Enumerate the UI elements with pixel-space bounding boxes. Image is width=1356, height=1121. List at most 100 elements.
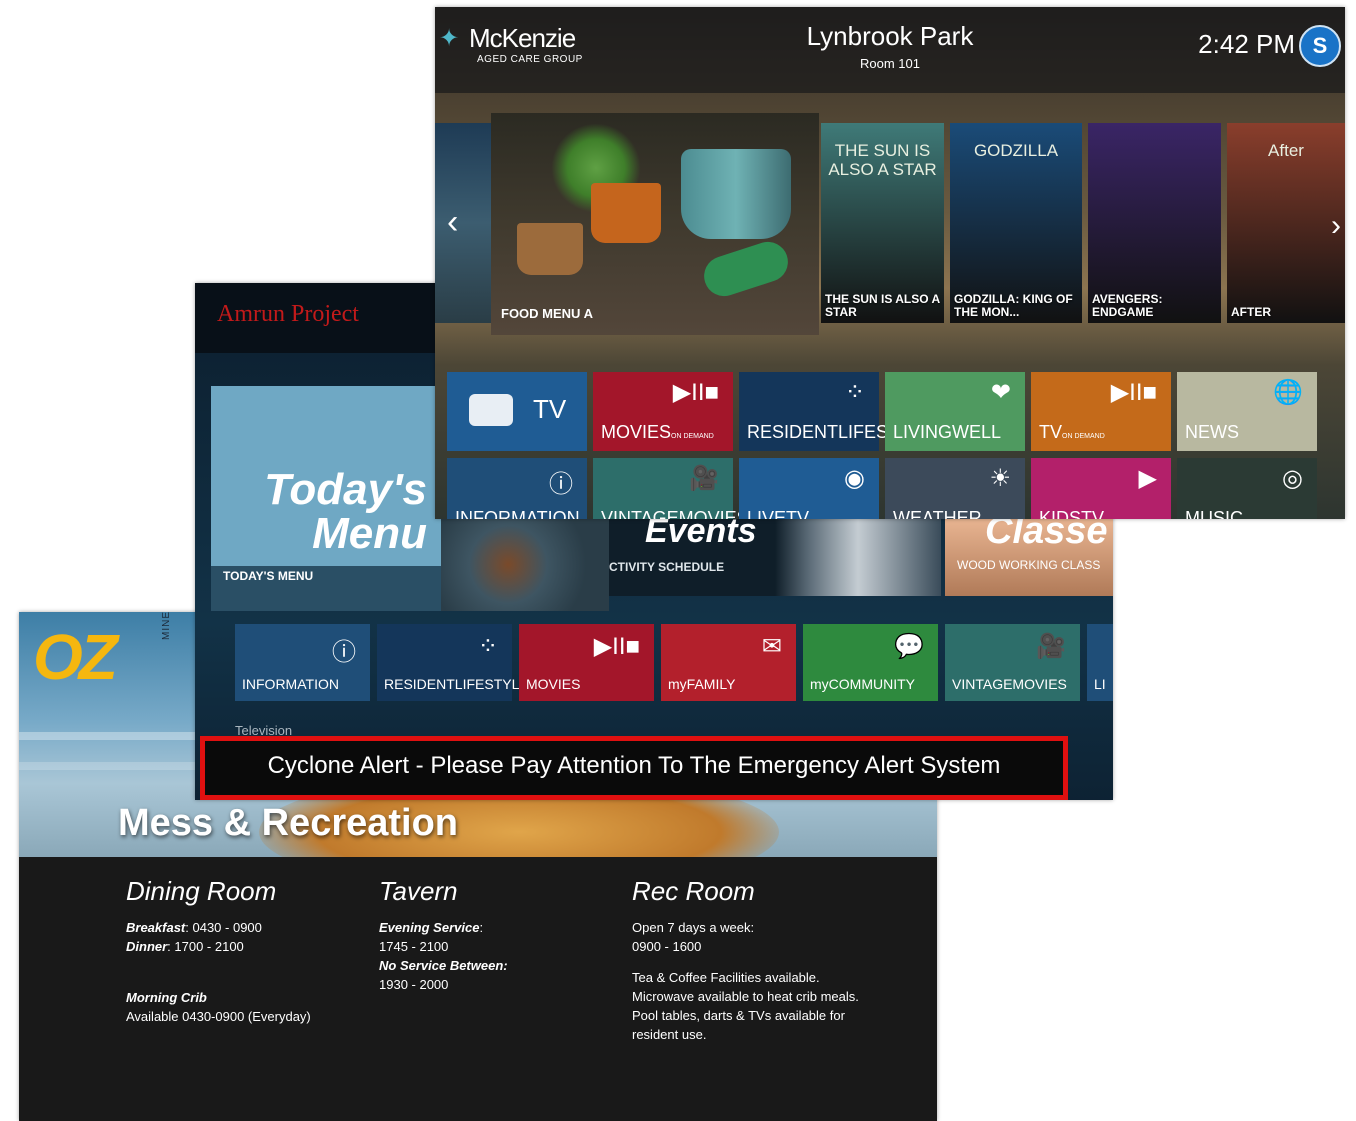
- amrun-tile[interactable]: 🎥 VINTAGEMOVIES: [945, 624, 1080, 701]
- amrun-tile[interactable]: ✉ myFAMILY: [661, 624, 796, 701]
- mck-tile[interactable]: ▶II■ MOVIESON DEMAND: [593, 372, 733, 451]
- oz-crib-time: Available 0430-0900 (Everyday): [126, 1009, 311, 1024]
- mck-tile-label-text: LIVINGWELL: [893, 422, 1002, 442]
- amrun-menu-title-line1: Today's: [264, 465, 427, 514]
- oz-dinner-label: Dinner: [126, 939, 168, 954]
- oz-rec-column: Rec Room Open 7 days a week: 0900 - 1600…: [632, 876, 859, 1044]
- amrun-tile[interactable]: ⁘ RESIDENTLIFESTYLE: [377, 624, 529, 701]
- oz-tavern-service-colon: :: [479, 920, 484, 935]
- mck-poster-art: GODZILLA: [973, 141, 1059, 160]
- mck-tile-label-text: VINTAGEMOVIES: [601, 508, 749, 519]
- mck-tile-label: NEWS: [1185, 422, 1239, 443]
- mck-tile-icon: ☀: [989, 465, 1011, 492]
- amrun-menu-title: Today's Menu: [264, 468, 427, 556]
- oz-rec-line: Pool tables, darts & TVs available for: [632, 1008, 845, 1023]
- amrun-tile-label: myCOMMUNITY: [810, 676, 915, 692]
- mck-tile[interactable]: ◎ MUSIC: [1177, 458, 1317, 519]
- amrun-tile-label: MOVIES: [526, 676, 581, 692]
- mck-tile-icon: 🌐: [1273, 379, 1303, 406]
- oz-dinner-time: : 1700 - 2100: [167, 939, 244, 954]
- mck-poster-label: GODZILLA: KING OF THE MON...: [954, 292, 1073, 319]
- oz-tavern-service-label: Evening Service: [379, 920, 480, 935]
- oz-tavern-service-time: 1745 - 2100: [379, 939, 449, 954]
- cyclone-alert-banner: Cyclone Alert - Please Pay Attention To …: [200, 736, 1068, 800]
- mck-tile-icon: ◎: [1282, 465, 1303, 492]
- oz-tavern-column: Tavern Evening Service: 1745 - 2100 No S…: [379, 876, 508, 994]
- amrun-tile-label: VINTAGEMOVIES: [952, 676, 1067, 692]
- mck-food-menu-card[interactable]: FOOD MENU A: [491, 113, 819, 335]
- oz-logo-sub: MINERALS: [161, 612, 172, 640]
- mck-tile-sublabel: ON DEMAND: [671, 433, 714, 440]
- mck-tile[interactable]: ▶ KIDSTV: [1031, 458, 1171, 519]
- mck-tile-label-text: INFORMATION: [455, 508, 580, 519]
- mck-poster-label: AVENGERS: ENDGAME: [1092, 292, 1163, 319]
- chevron-left-icon[interactable]: ‹: [447, 203, 458, 242]
- mck-movie-poster[interactable]: THE SUN IS ALSO A STAR THE SUN IS ALSO A …: [821, 123, 944, 323]
- mck-clock: 2:42 PM: [1198, 29, 1295, 59]
- mck-tile[interactable]: ▶II■ TVON DEMAND: [1031, 372, 1171, 451]
- amrun-menu-caption: TODAY'S MENU: [223, 569, 314, 583]
- oz-tavern-no-service-label: No Service Between:: [379, 958, 508, 973]
- mck-tile-label-text: LIVETV: [747, 508, 810, 519]
- plant-pot: [591, 183, 661, 243]
- mck-tile-icon: ⁘: [844, 379, 865, 406]
- tv-icon: [469, 394, 513, 426]
- oz-dining-column: Dining Room Breakfast: 0430 - 0900 Dinne…: [126, 876, 311, 1026]
- mck-tile[interactable]: TV: [447, 372, 587, 451]
- mck-tile-icon: ◉: [844, 465, 865, 492]
- amrun-tile[interactable]: ▶II■ MOVIES: [519, 624, 654, 701]
- oz-dining-title: Dining Room: [126, 876, 277, 906]
- mck-tile-label: WEATHER: [893, 508, 982, 519]
- chevron-right-icon[interactable]: ›: [1331, 209, 1341, 243]
- plant-pot: [517, 223, 583, 275]
- oz-breakfast-time: : 0430 - 0900: [185, 920, 262, 935]
- amrun-events-card[interactable]: Events CTIVITY SCHEDULE: [609, 512, 941, 596]
- mck-poster-label: AFTER: [1231, 305, 1271, 319]
- oz-logo-text: OZ: [33, 621, 118, 693]
- oz-crib-label: Morning Crib: [126, 990, 207, 1005]
- amrun-tile-label: RESIDENTLIFESTYLE: [384, 676, 529, 692]
- mck-tile[interactable]: ☀ WEATHER: [885, 458, 1025, 519]
- mck-header: ✦ McKenzie AGED CARE GROUP Lynbrook Park…: [435, 7, 1345, 93]
- mck-movie-poster[interactable]: After AFTER: [1227, 123, 1345, 323]
- amrun-project-title: Amrun Project: [217, 301, 359, 327]
- amrun-food-image[interactable]: [441, 518, 609, 611]
- amrun-tile[interactable]: 💬 myCOMMUNITY: [803, 624, 938, 701]
- amrun-tile-icon: ⁘: [477, 633, 498, 660]
- mck-tile-label-text: MOVIES: [601, 422, 672, 442]
- mck-tile-label: LIVINGWELL: [893, 422, 1001, 443]
- mck-tile-icon: ▶: [1138, 465, 1157, 492]
- mck-tile-icon: 🎥: [689, 465, 719, 492]
- oz-breakfast-label: Breakfast: [126, 920, 186, 935]
- amrun-tile[interactable]: LI: [1087, 624, 1113, 701]
- mck-movie-poster[interactable]: AVENGERS: ENDGAME: [1088, 123, 1221, 323]
- mck-tile[interactable]: ❤ LIVINGWELL: [885, 372, 1025, 451]
- amrun-todays-menu-card[interactable]: Today's Menu TODAY'S MENU: [211, 386, 441, 611]
- amrun-classes-card[interactable]: Classe WOOD WORKING CLASS: [945, 510, 1113, 596]
- mck-tile-label-text: WEATHER: [893, 508, 982, 519]
- mck-tile-label-text: TV: [1039, 422, 1063, 442]
- amrun-events-caption: CTIVITY SCHEDULE: [609, 560, 725, 574]
- amrun-menu-title-line2: Menu: [312, 509, 427, 558]
- mck-tile[interactable]: ⓘ INFORMATION: [447, 458, 587, 519]
- mck-tile[interactable]: 🌐 NEWS: [1177, 372, 1317, 451]
- mck-tile[interactable]: ◉ LIVETV: [739, 458, 879, 519]
- s-badge-icon[interactable]: S: [1299, 25, 1341, 67]
- oz-minerals-logo: OZ MINERALS: [33, 612, 173, 693]
- mck-tile-icon: ❤: [990, 379, 1011, 406]
- amrun-tile-icon: ✉: [761, 633, 782, 660]
- amrun-tile-label: LI: [1094, 676, 1106, 692]
- amrun-tile-icon: ▶II■: [593, 633, 640, 660]
- alert-text: Cyclone Alert - Please Pay Attention To …: [267, 752, 1001, 779]
- amrun-tile-icon: 🎥: [1036, 633, 1066, 660]
- oz-rec-line: Microwave available to heat crib meals.: [632, 989, 859, 1004]
- mck-tile-label-text: MUSIC: [1185, 508, 1243, 519]
- amrun-tile[interactable]: ⓘ INFORMATION: [235, 624, 370, 701]
- oz-rec-line: resident use.: [632, 1027, 707, 1042]
- mck-tile-label: INFORMATION: [455, 508, 580, 519]
- mck-prev-card-peek: [435, 123, 491, 323]
- mck-tile[interactable]: 🎥 VINTAGEMOVIES: [593, 458, 749, 519]
- mck-tile-label: MUSIC: [1185, 508, 1243, 519]
- mck-movie-poster[interactable]: GODZILLA GODZILLA: KING OF THE MON...: [950, 123, 1082, 323]
- mck-tile[interactable]: ⁘ RESIDENTLIFESTYLE: [739, 372, 933, 451]
